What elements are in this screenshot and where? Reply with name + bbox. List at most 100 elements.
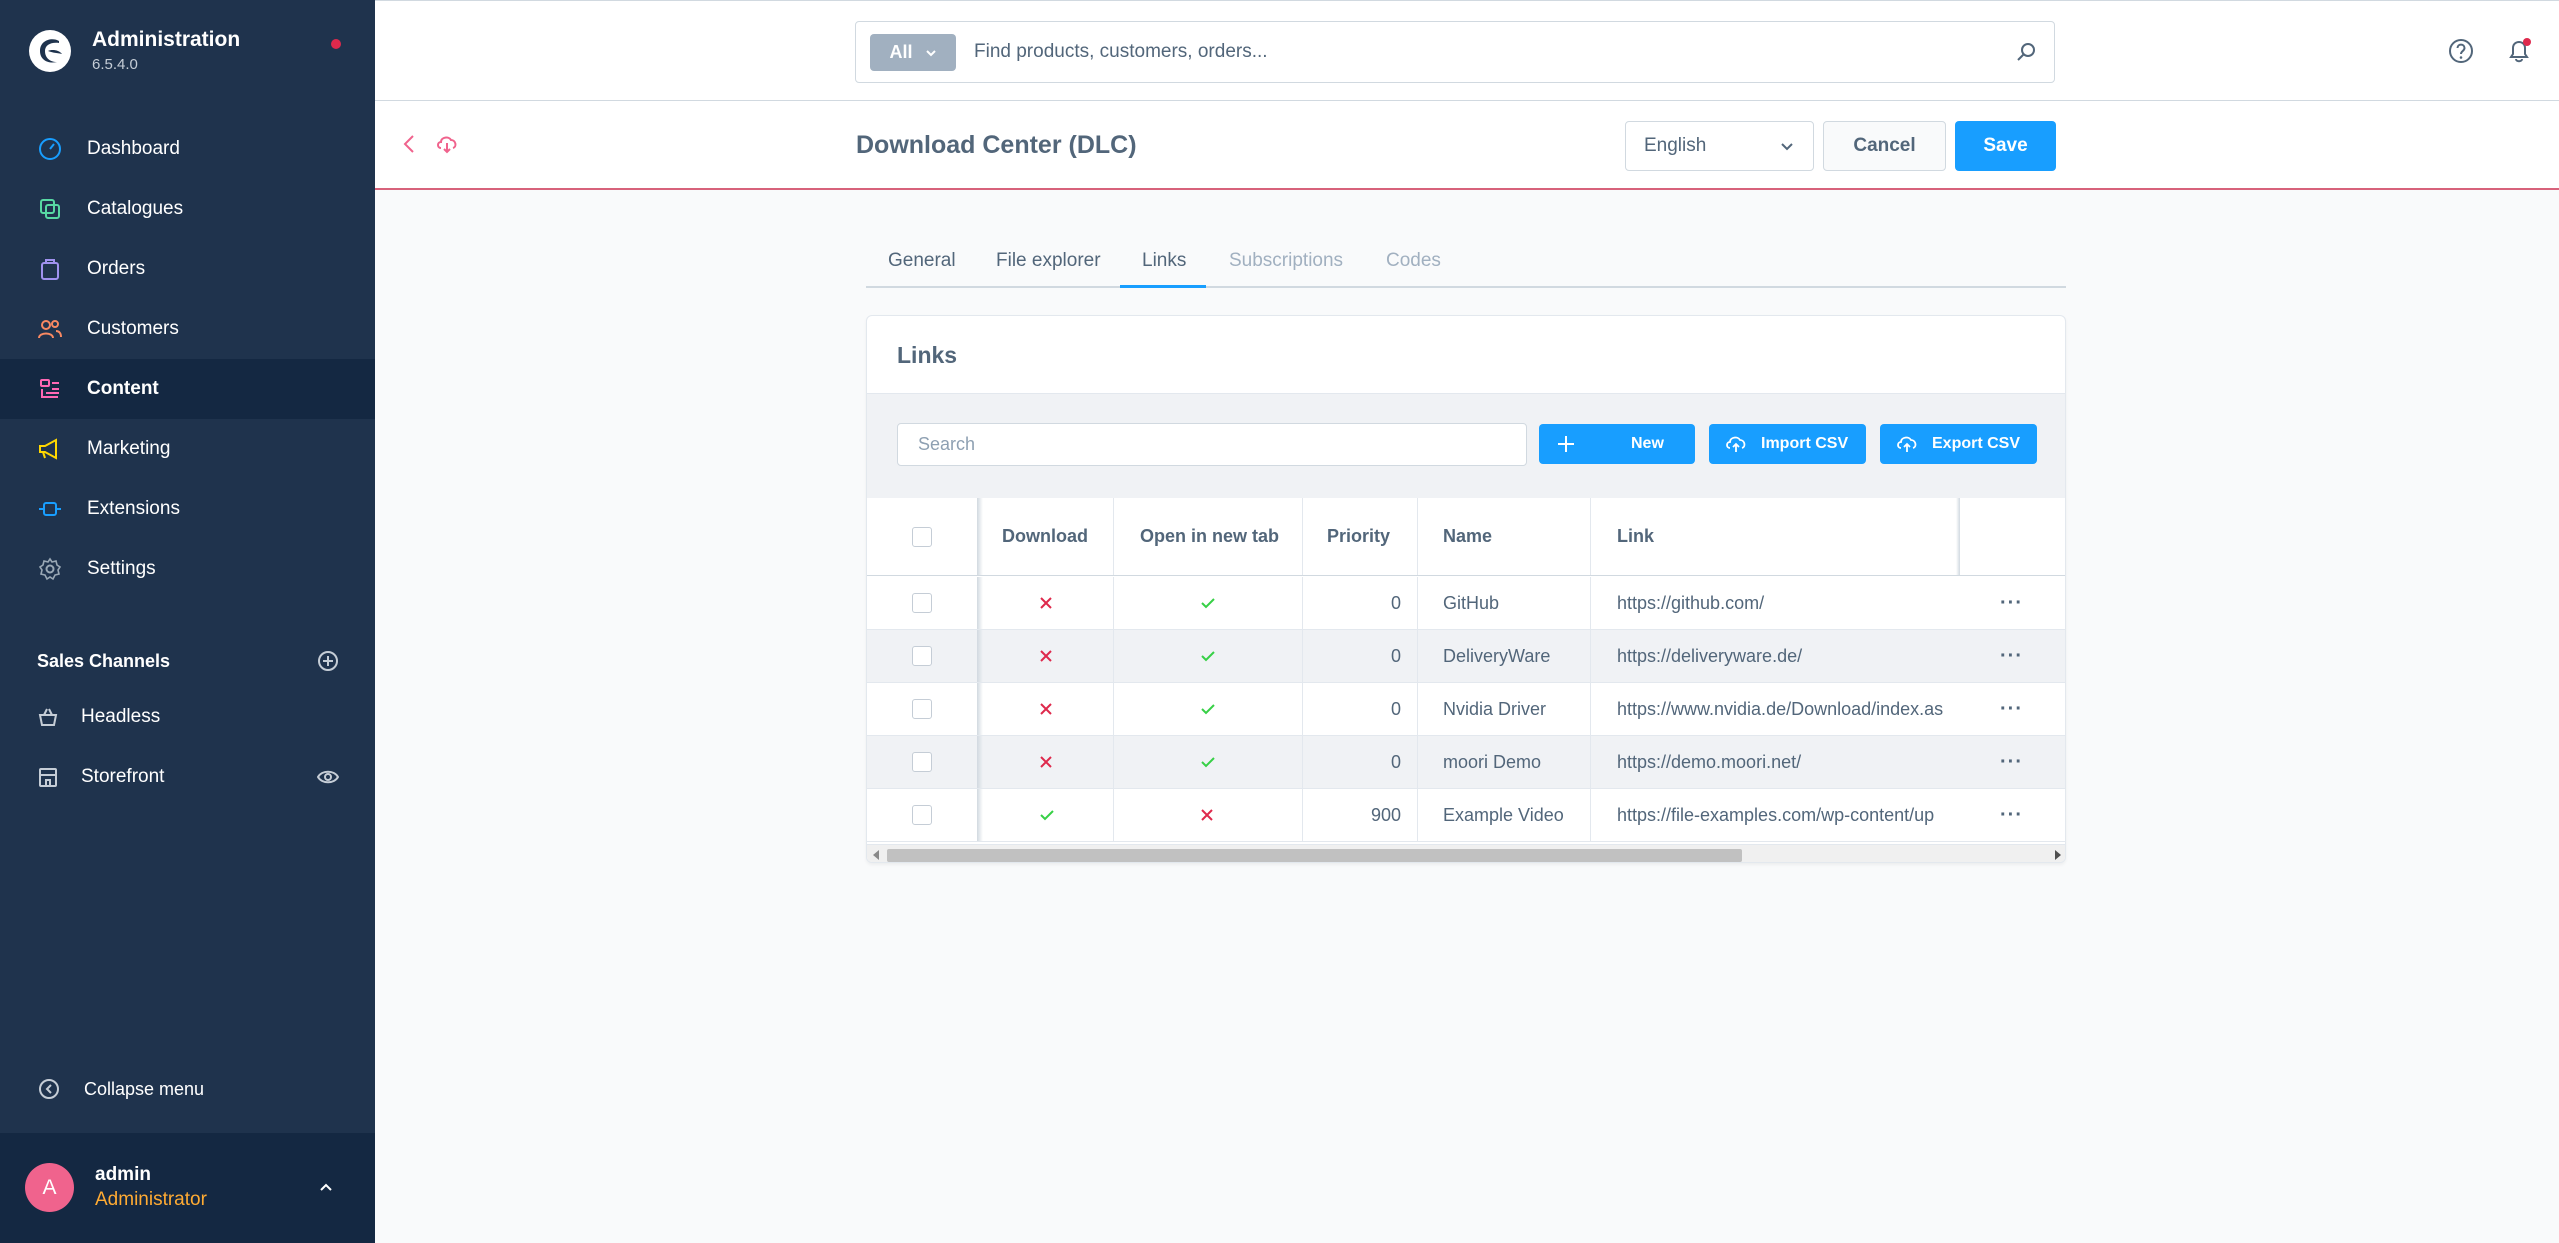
row-actions-button[interactable]: ···	[2000, 683, 2023, 735]
priority-cell: 0	[1390, 751, 1401, 772]
table-row[interactable]: 0 Nvidia Driver https://www.nvidia.de/Down…	[867, 683, 2065, 736]
column-header-name[interactable]: Name	[1443, 498, 1492, 575]
scroll-right-arrow-icon[interactable]	[2055, 850, 2061, 860]
sales-channel-headless[interactable]: Headless	[37, 706, 339, 728]
app-title: Administration	[92, 28, 241, 51]
scroll-left-arrow-icon[interactable]	[873, 850, 879, 860]
search-type-label: All	[889, 42, 913, 62]
import-csv-button[interactable]: Import CSV	[1709, 424, 1866, 464]
search-icon[interactable]	[2014, 40, 2038, 64]
new-button[interactable]: New	[1539, 424, 1695, 464]
save-button[interactable]: Save	[1955, 121, 2056, 171]
help-icon[interactable]	[2447, 37, 2475, 65]
export-csv-button[interactable]: Export CSV	[1880, 424, 2037, 464]
links-card: Links Search New Import CSV Export CSV D…	[866, 315, 2066, 863]
cloud-download-icon	[437, 136, 457, 154]
scrollbar-thumb[interactable]	[887, 849, 1742, 862]
card-title: Links	[897, 342, 958, 368]
nav-item-marketing[interactable]: Marketing	[0, 419, 375, 479]
row-checkbox[interactable]	[912, 736, 932, 788]
nav-item-orders[interactable]: Orders	[0, 239, 375, 299]
active-tab-indicator	[1120, 285, 1206, 288]
name-cell: moori Demo	[1443, 751, 1542, 772]
search-type-select[interactable]: All	[870, 34, 956, 71]
avatar: A	[25, 1163, 74, 1212]
tab-links[interactable]: Links	[1142, 250, 1186, 272]
sales-channel-storefront[interactable]: Storefront	[37, 766, 339, 788]
nav-item-extensions[interactable]: Extensions	[0, 479, 375, 539]
name-cell: DeliveryWare	[1443, 645, 1551, 666]
marketing-icon	[36, 435, 64, 463]
name-cell: GitHub	[1443, 592, 1500, 613]
user-menu[interactable]: A admin Administrator	[0, 1133, 375, 1243]
check-icon	[1200, 630, 1216, 682]
search-input[interactable]: Find products, customers, orders...	[974, 41, 1268, 63]
page-title: Download Center (DLC)	[856, 131, 1137, 159]
collapse-icon	[39, 1079, 59, 1099]
add-sales-channel-icon[interactable]	[317, 650, 339, 672]
row-checkbox[interactable]	[912, 577, 932, 629]
row-checkbox[interactable]	[912, 683, 932, 735]
user-role: Administrator	[95, 1189, 207, 1210]
storefront-icon	[39, 768, 57, 787]
table-row[interactable]: 0 DeliveryWare https://deliveryware.de/ ···	[867, 630, 2065, 683]
extensions-icon	[36, 495, 64, 523]
settings-icon	[36, 555, 64, 583]
check-icon	[1200, 736, 1216, 788]
nav-item-content[interactable]: Content	[0, 359, 375, 419]
table-row[interactable]: 900 Example Video https://file-examples.co…	[867, 789, 2065, 842]
horizontal-scrollbar[interactable]	[867, 844, 2065, 862]
collapse-menu-button[interactable]: Collapse menu	[38, 1078, 204, 1100]
eye-icon[interactable]	[317, 769, 339, 785]
chevron-down-icon	[925, 49, 936, 56]
check-icon	[1200, 683, 1216, 735]
select-all-checkbox[interactable]	[912, 498, 932, 575]
row-actions-button[interactable]: ···	[2000, 789, 2023, 841]
export-label: Export CSV	[1932, 435, 2021, 452]
table-row[interactable]: 0 moori Demo https://demo.moori.net/ ···	[867, 736, 2065, 789]
nav-item-catalogues[interactable]: Catalogues	[0, 179, 375, 239]
tab-codes: Codes	[1386, 250, 1441, 271]
row-checkbox[interactable]	[912, 630, 932, 682]
notifications-bell-icon[interactable]	[2505, 37, 2533, 65]
row-actions-button[interactable]: ···	[2000, 630, 2023, 682]
content-icon	[36, 375, 64, 403]
nav-item-customers[interactable]: Customers	[0, 299, 375, 359]
column-header-download[interactable]: Download	[1002, 498, 1088, 575]
language-switch[interactable]: English	[1625, 121, 1814, 171]
row-actions-button[interactable]: ···	[2000, 736, 2023, 788]
nav-item-settings[interactable]: Settings	[0, 539, 375, 599]
sales-channels-title: Sales Channels	[37, 650, 171, 671]
nav-label: Settings	[87, 558, 156, 579]
language-label: English	[1644, 135, 1707, 156]
tab-general[interactable]: General	[888, 250, 956, 272]
brand[interactable]: Administration 6.5.4.0	[28, 28, 240, 73]
sales-channel-label: Storefront	[81, 766, 165, 787]
priority-cell: 0	[1390, 645, 1401, 666]
table-row[interactable]: 0 GitHub https://github.com/ ···	[867, 577, 2065, 630]
orders-icon	[36, 255, 64, 283]
column-header-open-in-new-tab[interactable]: Open in new tab	[1140, 498, 1279, 575]
global-search[interactable]: All Find products, customers, orders...	[855, 21, 2055, 83]
back-chevron-icon[interactable]	[399, 133, 419, 155]
chevron-up-icon[interactable]	[316, 1177, 336, 1197]
link-cell: https://file-examples.com/wp-content/up	[1617, 804, 1935, 825]
priority-cell: 0	[1390, 698, 1401, 719]
priority-cell: 900	[1370, 804, 1401, 825]
priority-cell: 0	[1390, 592, 1401, 613]
links-search-input[interactable]: Search	[897, 423, 1527, 466]
catalogues-icon	[36, 195, 64, 223]
plus-icon	[1558, 436, 1574, 452]
row-checkbox[interactable]	[912, 789, 932, 841]
nav-label: Extensions	[87, 498, 180, 519]
nav-item-dashboard[interactable]: Dashboard	[0, 119, 375, 179]
main-nav: Dashboard Catalogues Orders Customers Co…	[0, 119, 375, 599]
nav-label: Catalogues	[87, 198, 184, 219]
check-icon	[1039, 789, 1055, 841]
column-header-priority[interactable]: Priority	[1327, 498, 1390, 575]
tab-file-explorer[interactable]: File explorer	[996, 250, 1101, 272]
app-version: 6.5.4.0	[92, 56, 138, 73]
cancel-button[interactable]: Cancel	[1823, 121, 1946, 171]
row-actions-button[interactable]: ···	[2000, 577, 2023, 629]
column-header-link[interactable]: Link	[1617, 498, 1654, 575]
